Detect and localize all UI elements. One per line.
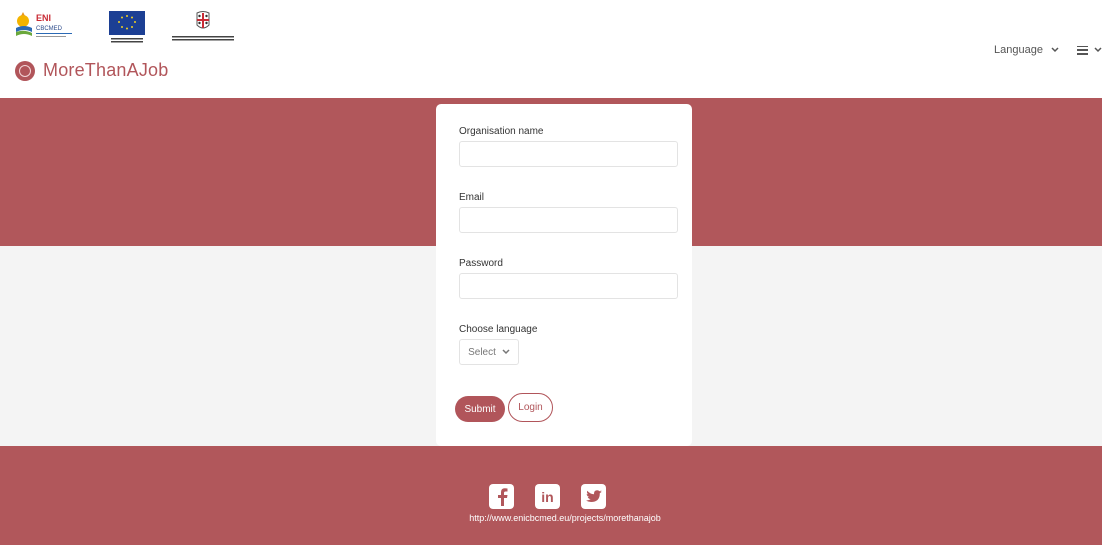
language-select-value: Select: [468, 346, 496, 358]
organisation-name-input[interactable]: [459, 141, 678, 167]
language-menu[interactable]: Language: [994, 44, 1059, 56]
main-menu-button[interactable]: [1077, 45, 1102, 55]
language-menu-label: Language: [994, 44, 1043, 56]
eni-cbcmed-logo: ENI CBCMED: [16, 12, 72, 37]
header-actions: Language: [994, 44, 1102, 56]
twitter-icon[interactable]: [581, 484, 606, 509]
linkedin-icon[interactable]: in: [535, 484, 560, 509]
password-label: Password: [459, 258, 503, 269]
email-label: Email: [459, 192, 485, 203]
hamburger-menu-icon: [1077, 45, 1088, 55]
site-header: ENI CBCMED MoreThanAJob Language: [0, 0, 1102, 98]
brand-name: MoreThanAJob: [43, 60, 169, 80]
regione-sardegna-emblem: [172, 11, 234, 41]
password-input[interactable]: [459, 273, 678, 299]
registration-form-card: Organisation name Email Password Choose …: [436, 104, 692, 446]
facebook-icon[interactable]: [489, 484, 514, 509]
chevron-down-icon: [1051, 45, 1059, 55]
language-select[interactable]: Select: [459, 339, 519, 365]
european-union-flag-logo: [109, 11, 145, 43]
brand-logo-icon: [15, 60, 35, 81]
footer-project-link[interactable]: http://www.enicbcmed.eu/projects/moretha…: [469, 513, 661, 523]
chevron-down-icon: [1094, 47, 1102, 53]
chevron-down-icon: [502, 349, 510, 355]
svg-text:ENI: ENI: [36, 13, 51, 23]
email-input[interactable]: [459, 207, 678, 233]
social-links: in: [489, 484, 606, 509]
brand[interactable]: MoreThanAJob: [15, 60, 168, 81]
choose-language-label: Choose language: [459, 324, 538, 335]
svg-text:CBCMED: CBCMED: [36, 26, 63, 32]
submit-button[interactable]: Submit: [455, 396, 505, 422]
login-button[interactable]: Login: [508, 393, 553, 422]
organisation-name-label: Organisation name: [459, 126, 544, 137]
